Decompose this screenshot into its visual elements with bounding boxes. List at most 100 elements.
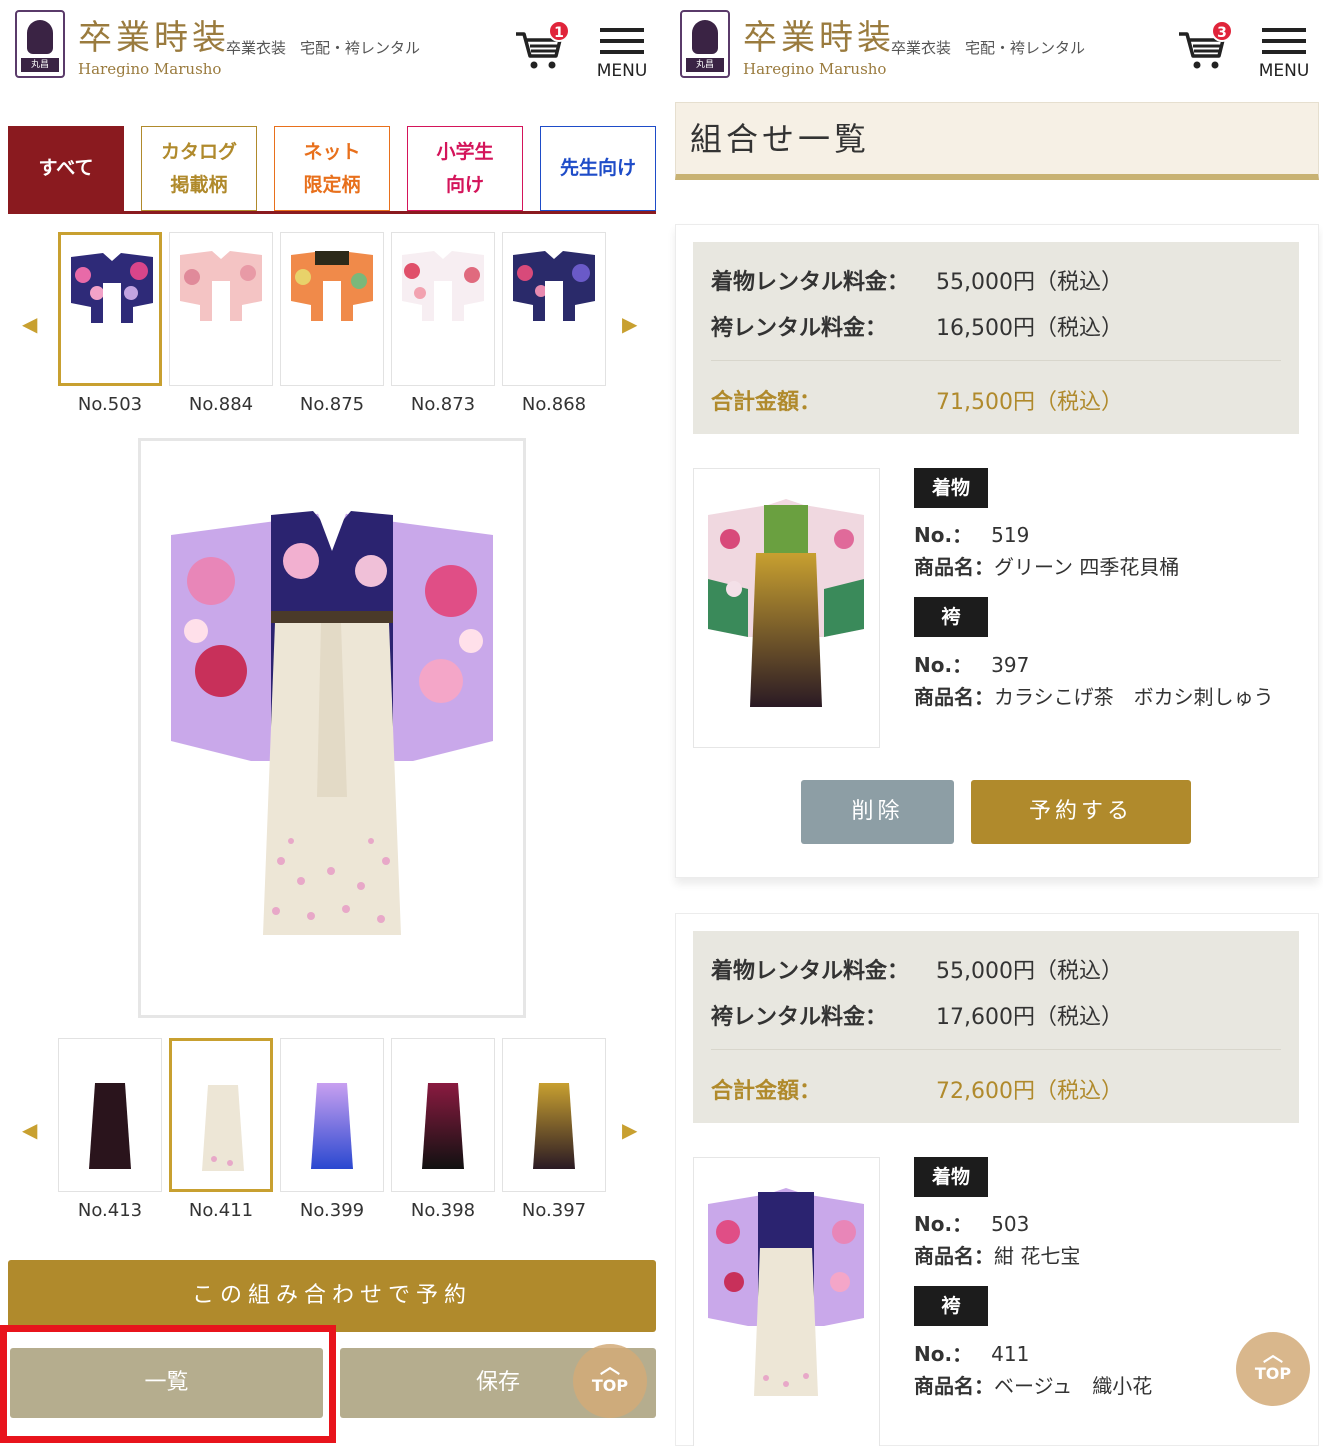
- site-header: 丸昌 卒業時装 Haregino Marusho 卒業衣装 宅配・袴レンタル 1 …: [0, 0, 662, 100]
- site-header: 丸昌 卒業時装 Haregino Marusho 卒業衣装 宅配・袴レンタル 3 …: [665, 0, 1323, 100]
- hakama-fee-row: 袴レンタル料金： 16,500円（税込）: [711, 316, 1123, 341]
- kimono-fee-row: 着物レンタル料金： 55,000円（税込）: [711, 959, 1123, 984]
- hakama-thumb-411[interactable]: [169, 1038, 273, 1192]
- hakama-image: [422, 1083, 464, 1169]
- nav-link-delivery[interactable]: 宅配・袴レンタル: [965, 39, 1085, 57]
- hakama-thumb-398[interactable]: [391, 1038, 495, 1192]
- hakama-name: 商品名：カラシこげ茶 ボカシ刺しゅう: [914, 685, 1274, 709]
- kimono-name: 商品名：グリーン 四季花貝桶: [914, 555, 1180, 579]
- top-label: TOP: [1254, 1364, 1292, 1383]
- price-summary: 着物レンタル料金： 55,000円（税込） 袴レンタル料金： 16,500円（税込）…: [693, 242, 1299, 434]
- hakama-label-397: No.397: [521, 1200, 587, 1221]
- menu-label: MENU: [596, 61, 648, 81]
- brand-name[interactable]: 卒業時装: [743, 18, 895, 58]
- tab-catalog[interactable]: カタログ 掲載柄: [141, 126, 257, 211]
- hakama-number: No.： 397: [914, 653, 1030, 677]
- hakama-number: No.： 411: [914, 1342, 1030, 1366]
- hakama-label-398: No.398: [410, 1200, 476, 1221]
- back-to-top-button[interactable]: ︿ TOP: [1236, 1332, 1310, 1406]
- product-selector-screen: 丸昌 卒業時装 Haregino Marusho 卒業衣装 宅配・袴レンタル 1 …: [0, 0, 662, 1446]
- menu-button[interactable]: MENU: [593, 28, 651, 84]
- price-summary: 着物レンタル料金： 55,000円（税込） 袴レンタル料金： 17,600円（税込）…: [693, 931, 1299, 1123]
- hakama-carousel: ◀ ▶ No.413 No.411 No.399 No.398 No.397: [8, 1036, 656, 1226]
- kimono-carousel: ◀ ▶ No.503 No.884 No.875 No.873 No.868: [8, 230, 656, 420]
- kimono-label-503: No.503: [77, 394, 143, 415]
- logo-plate: 丸昌: [686, 58, 724, 72]
- menu-button[interactable]: MENU: [1255, 28, 1313, 84]
- kimono-image: [291, 251, 373, 321]
- tab-all[interactable]: すべて: [8, 126, 124, 211]
- kimono-next-arrow-icon[interactable]: ▶: [622, 312, 637, 336]
- header-nav: 卒業衣装 宅配・袴レンタル: [891, 37, 1099, 58]
- chevron-up-icon: ︿: [600, 1354, 620, 1378]
- menu-label: MENU: [1258, 61, 1310, 81]
- kimono-image: [513, 251, 595, 321]
- price-divider: [711, 360, 1281, 361]
- hakama-image: [89, 1083, 131, 1169]
- page-title: 組合せ一覧: [675, 102, 1319, 180]
- combination-image: [693, 1157, 880, 1446]
- kimono-image: [71, 253, 153, 323]
- back-to-top-button[interactable]: ︿ TOP: [573, 1344, 647, 1418]
- cart-count-badge: 1: [548, 20, 570, 42]
- hakama-label-399: No.399: [299, 1200, 365, 1221]
- book-button[interactable]: 予約する: [971, 780, 1191, 844]
- kimono-image: [402, 251, 484, 321]
- hakama-name: 商品名：ベージュ 織小花: [914, 1374, 1153, 1398]
- chevron-up-icon: ︿: [1263, 1342, 1283, 1366]
- hakama-thumb-413[interactable]: [58, 1038, 162, 1192]
- combination-list-screen: 丸昌 卒業時装 Haregino Marusho 卒業衣装 宅配・袴レンタル 3 …: [665, 0, 1323, 1446]
- kimono-tag: 着物: [914, 1157, 988, 1197]
- brand-subtitle: Haregino Marusho: [78, 60, 222, 78]
- brand-name[interactable]: 卒業時装: [78, 18, 230, 58]
- hakama-label-413: No.413: [77, 1200, 143, 1221]
- kimono-label-884: No.884: [188, 394, 254, 415]
- nav-link-graduation[interactable]: 卒業衣装: [226, 39, 286, 57]
- hakama-thumb-399[interactable]: [280, 1038, 384, 1192]
- total-row: 合計金額： 72,600円（税込）: [711, 1079, 1123, 1104]
- header-nav: 卒業衣装 宅配・袴レンタル: [226, 37, 434, 58]
- cart-button[interactable]: 1: [514, 20, 570, 72]
- price-divider: [711, 1049, 1281, 1050]
- hakama-image: [533, 1083, 575, 1169]
- combination-card: 着物レンタル料金： 55,000円（税込） 袴レンタル料金： 16,500円（税込）…: [675, 224, 1319, 878]
- top-label: TOP: [591, 1376, 629, 1395]
- tab-teachers[interactable]: 先生向け: [540, 126, 656, 211]
- brand-logo[interactable]: 丸昌: [15, 10, 65, 78]
- kimono-label-873: No.873: [410, 394, 476, 415]
- kimono-thumb-873[interactable]: [391, 232, 495, 386]
- kimono-prev-arrow-icon[interactable]: ◀: [22, 312, 37, 336]
- hakama-thumb-397[interactable]: [502, 1038, 606, 1192]
- kimono-label-868: No.868: [521, 394, 587, 415]
- category-tabs: すべて カタログ 掲載柄 ネット 限定柄 小学生 向け 先生向け: [8, 126, 656, 214]
- kimono-label-875: No.875: [299, 394, 365, 415]
- green-kimono-image: [708, 499, 864, 707]
- hakama-image: [202, 1085, 244, 1171]
- hakama-image: [311, 1083, 353, 1169]
- cart-button[interactable]: 3: [1177, 20, 1233, 72]
- nav-link-delivery[interactable]: 宅配・袴レンタル: [300, 39, 420, 57]
- hakama-tag: 袴: [914, 1286, 988, 1326]
- kimono-thumb-503[interactable]: [58, 232, 162, 386]
- brand-logo[interactable]: 丸昌: [680, 10, 730, 78]
- kimono-thumb-868[interactable]: [502, 232, 606, 386]
- nav-link-graduation[interactable]: 卒業衣装: [891, 39, 951, 57]
- reserve-combination-button[interactable]: この組み合わせで予約: [8, 1260, 656, 1332]
- logo-plate: 丸昌: [21, 58, 59, 72]
- hamburger-icon: [1262, 28, 1306, 32]
- total-row: 合計金額： 71,500円（税込）: [711, 390, 1123, 415]
- combination-image: [693, 468, 880, 748]
- list-button-highlight: [0, 1325, 336, 1443]
- kimono-thumb-875[interactable]: [280, 232, 384, 386]
- hakama-tag: 袴: [914, 597, 988, 637]
- kimono-fee-row: 着物レンタル料金： 55,000円（税込）: [711, 270, 1123, 295]
- hakama-label-411: No.411: [188, 1200, 254, 1221]
- kimono-thumb-884[interactable]: [169, 232, 273, 386]
- kimono-tag: 着物: [914, 468, 988, 508]
- tab-online-limited[interactable]: ネット 限定柄: [274, 126, 390, 211]
- hakama-next-arrow-icon[interactable]: ▶: [622, 1118, 637, 1142]
- kimono-number: No.： 503: [914, 1212, 1030, 1236]
- tab-elementary[interactable]: 小学生 向け: [407, 126, 523, 211]
- delete-button[interactable]: 削除: [801, 780, 954, 844]
- hakama-prev-arrow-icon[interactable]: ◀: [22, 1118, 37, 1142]
